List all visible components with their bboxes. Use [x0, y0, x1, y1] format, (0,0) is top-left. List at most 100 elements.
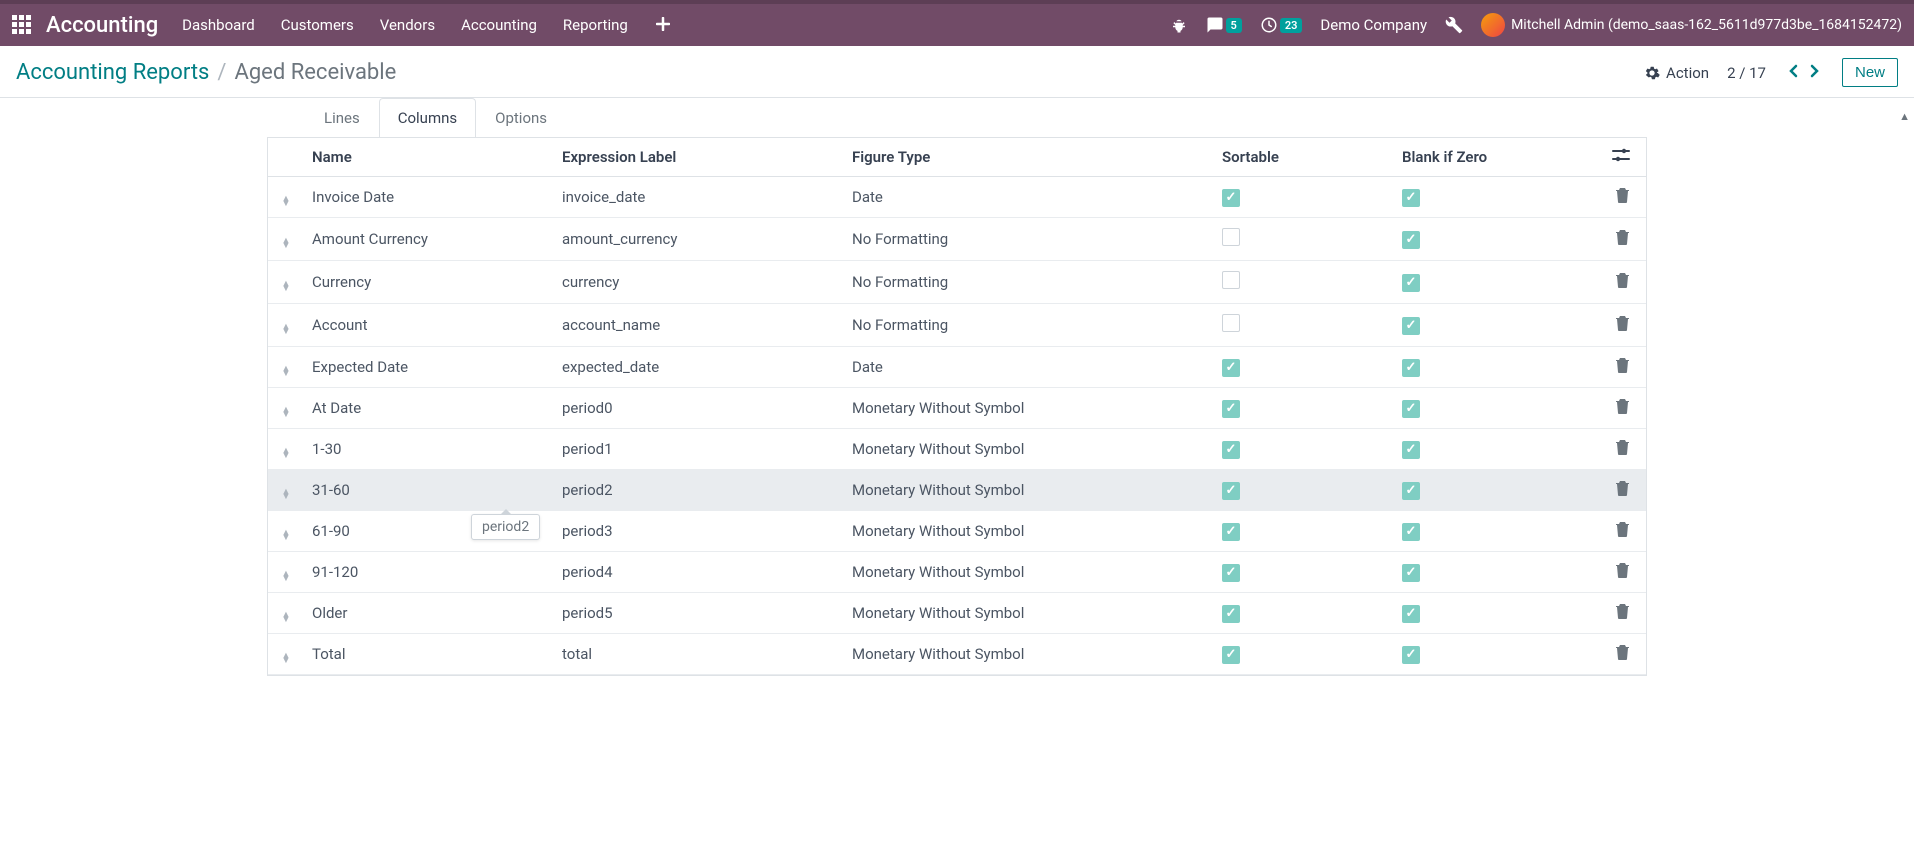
menu-customers[interactable]: Customers [281, 16, 354, 34]
blank-checkbox[interactable] [1402, 317, 1420, 335]
cell-expression[interactable]: account_name [554, 304, 844, 347]
header-name[interactable]: Name [304, 138, 554, 177]
table-row[interactable]: ▲▼At Dateperiod0Monetary Without Symbol [268, 388, 1646, 429]
breadcrumb-parent[interactable]: Accounting Reports [16, 60, 209, 85]
cell-name[interactable]: Amount Currency [304, 218, 554, 261]
blank-checkbox[interactable] [1402, 274, 1420, 292]
sortable-checkbox[interactable] [1222, 359, 1240, 377]
cell-sortable[interactable] [1214, 218, 1394, 261]
cell-blank[interactable] [1394, 347, 1596, 388]
table-row[interactable]: ▲▼Invoice Dateinvoice_dateDate [268, 177, 1646, 218]
tools-button[interactable] [1445, 16, 1463, 34]
new-button[interactable]: New [1842, 58, 1898, 87]
drag-handle[interactable]: ▲▼ [268, 388, 304, 429]
cell-figure[interactable]: Monetary Without Symbol [844, 470, 1214, 511]
delete-row-button[interactable] [1615, 482, 1630, 500]
cell-figure[interactable]: Monetary Without Symbol [844, 552, 1214, 593]
cell-blank[interactable] [1394, 261, 1596, 304]
table-row[interactable]: ▲▼TotaltotalMonetary Without Symbol [268, 634, 1646, 675]
cell-name[interactable]: Currency [304, 261, 554, 304]
cell-blank[interactable] [1394, 429, 1596, 470]
cell-name[interactable]: Older [304, 593, 554, 634]
cell-figure[interactable]: Monetary Without Symbol [844, 593, 1214, 634]
pager-next[interactable] [1806, 60, 1824, 85]
tab-lines[interactable]: Lines [305, 98, 379, 137]
cell-name[interactable]: 1-30 [304, 429, 554, 470]
sortable-checkbox[interactable] [1222, 400, 1240, 418]
drag-handle[interactable]: ▲▼ [268, 511, 304, 552]
menu-dashboard[interactable]: Dashboard [182, 16, 255, 34]
cell-sortable[interactable] [1214, 177, 1394, 218]
cell-sortable[interactable] [1214, 388, 1394, 429]
cell-sortable[interactable] [1214, 593, 1394, 634]
cell-sortable[interactable] [1214, 304, 1394, 347]
blank-checkbox[interactable] [1402, 605, 1420, 623]
table-row[interactable]: ▲▼1-30period1Monetary Without Symbol [268, 429, 1646, 470]
cell-name[interactable]: Expected Date [304, 347, 554, 388]
cell-expression[interactable]: invoice_date [554, 177, 844, 218]
cell-name[interactable]: Total [304, 634, 554, 675]
cell-sortable[interactable] [1214, 261, 1394, 304]
header-figure[interactable]: Figure Type [844, 138, 1214, 177]
drag-handle[interactable]: ▲▼ [268, 429, 304, 470]
company-selector[interactable]: Demo Company [1320, 16, 1427, 34]
drag-handle[interactable]: ▲▼ [268, 593, 304, 634]
cell-name[interactable]: Account [304, 304, 554, 347]
sortable-checkbox[interactable] [1222, 523, 1240, 541]
pager-prev[interactable] [1784, 60, 1802, 85]
drag-handle[interactable]: ▲▼ [268, 218, 304, 261]
menu-vendors[interactable]: Vendors [380, 16, 435, 34]
cell-sortable[interactable] [1214, 470, 1394, 511]
blank-checkbox[interactable] [1402, 231, 1420, 249]
cell-figure[interactable]: Date [844, 177, 1214, 218]
delete-row-button[interactable] [1615, 189, 1630, 207]
cell-sortable[interactable] [1214, 634, 1394, 675]
cell-blank[interactable] [1394, 177, 1596, 218]
sortable-checkbox[interactable] [1222, 228, 1240, 246]
pager-text[interactable]: 2 / 17 [1727, 64, 1766, 82]
table-row[interactable]: ▲▼Accountaccount_nameNo Formatting [268, 304, 1646, 347]
header-blank[interactable]: Blank if Zero [1394, 138, 1596, 177]
cell-blank[interactable] [1394, 593, 1596, 634]
cell-sortable[interactable] [1214, 511, 1394, 552]
cell-figure[interactable]: No Formatting [844, 261, 1214, 304]
blank-checkbox[interactable] [1402, 646, 1420, 664]
blank-checkbox[interactable] [1402, 441, 1420, 459]
scroll-up-indicator[interactable]: ▲ [1899, 110, 1910, 123]
sortable-checkbox[interactable] [1222, 189, 1240, 207]
drag-handle[interactable]: ▲▼ [268, 470, 304, 511]
delete-row-button[interactable] [1615, 564, 1630, 582]
blank-checkbox[interactable] [1402, 359, 1420, 377]
drag-handle[interactable]: ▲▼ [268, 634, 304, 675]
header-expression[interactable]: Expression Label [554, 138, 844, 177]
cell-expression[interactable]: amount_currency [554, 218, 844, 261]
delete-row-button[interactable] [1615, 605, 1630, 623]
header-sortable[interactable]: Sortable [1214, 138, 1394, 177]
drag-handle[interactable]: ▲▼ [268, 261, 304, 304]
cell-sortable[interactable] [1214, 347, 1394, 388]
tab-columns[interactable]: Columns [379, 98, 476, 137]
cell-expression[interactable]: period3 [554, 511, 844, 552]
cell-figure[interactable]: Monetary Without Symbol [844, 388, 1214, 429]
cell-expression[interactable]: period4 [554, 552, 844, 593]
sortable-checkbox[interactable] [1222, 564, 1240, 582]
cell-figure[interactable]: Monetary Without Symbol [844, 511, 1214, 552]
table-row[interactable]: ▲▼91-120period4Monetary Without Symbol [268, 552, 1646, 593]
table-row[interactable]: ▲▼CurrencycurrencyNo Formatting [268, 261, 1646, 304]
delete-row-button[interactable] [1615, 317, 1630, 335]
cell-blank[interactable] [1394, 304, 1596, 347]
cell-blank[interactable] [1394, 388, 1596, 429]
delete-row-button[interactable] [1615, 400, 1630, 418]
menu-accounting[interactable]: Accounting [461, 16, 537, 34]
table-row[interactable]: ▲▼31-60period2Monetary Without Symbol [268, 470, 1646, 511]
delete-row-button[interactable] [1615, 359, 1630, 377]
app-brand[interactable]: Accounting [46, 13, 158, 38]
table-row[interactable]: ▲▼Olderperiod5Monetary Without Symbol [268, 593, 1646, 634]
delete-row-button[interactable] [1615, 231, 1630, 249]
blank-checkbox[interactable] [1402, 523, 1420, 541]
delete-row-button[interactable] [1615, 646, 1630, 664]
cell-expression[interactable]: expected_date [554, 347, 844, 388]
cell-blank[interactable] [1394, 552, 1596, 593]
table-row[interactable]: ▲▼Expected Dateexpected_dateDate [268, 347, 1646, 388]
sortable-checkbox[interactable] [1222, 646, 1240, 664]
